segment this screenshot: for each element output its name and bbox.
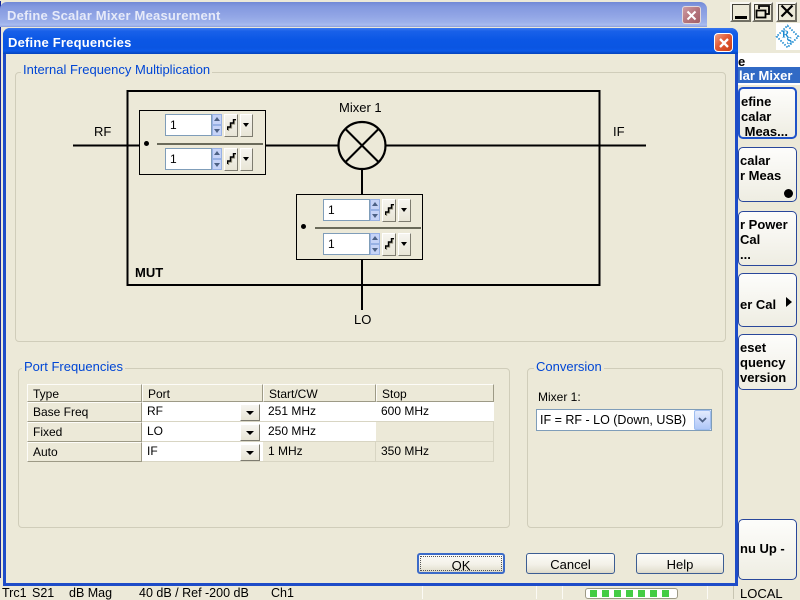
svg-text:S: S <box>787 36 793 47</box>
